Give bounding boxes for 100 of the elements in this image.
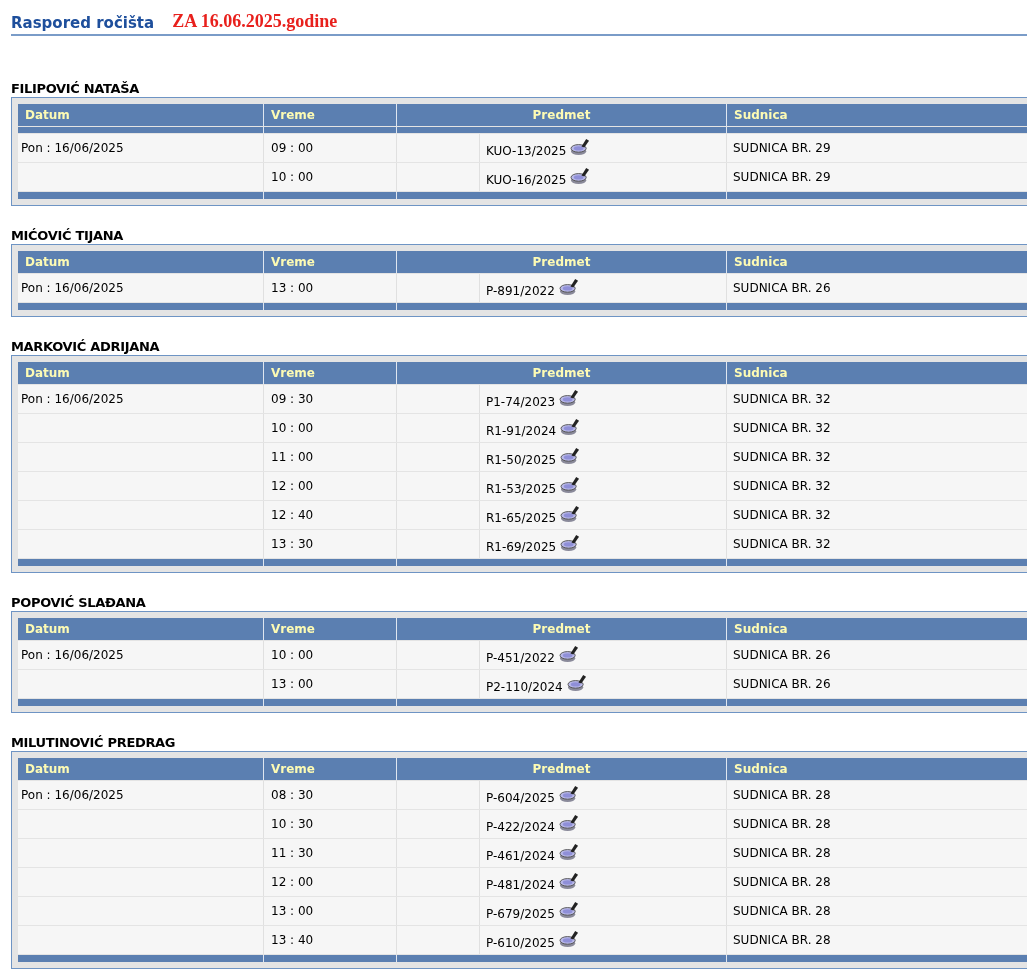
table-cell: Pon : 16/06/2025 <box>18 641 263 669</box>
table-cell: 10 : 00 <box>264 641 396 669</box>
stamp-icon[interactable] <box>559 388 581 407</box>
table-cell: SUDNICA BR. 28 <box>727 868 1027 896</box>
column-header: Sudnica <box>727 758 1027 780</box>
column-header: Predmet <box>397 758 726 780</box>
table-cell: SUDNICA BR. 32 <box>727 530 1027 558</box>
stamp-icon[interactable] <box>558 842 580 861</box>
case-number-link[interactable]: P-481/2024 <box>486 878 555 893</box>
column-header: Datum <box>18 104 263 126</box>
table-cell: SUDNICA BR. 29 <box>727 163 1027 191</box>
case-number-link[interactable]: KUO-13/2025 <box>486 144 567 159</box>
case-number-link[interactable]: P-891/2022 <box>486 284 555 299</box>
judge-name: MILUTINOVIĆ PREDRAG <box>11 734 177 751</box>
column-header: Sudnica <box>727 618 1027 640</box>
table-cell: 13 : 30 <box>264 530 396 558</box>
table-cell: 11 : 30 <box>264 839 396 867</box>
table-cell: SUDNICA BR. 26 <box>727 670 1027 698</box>
column-header: Predmet <box>397 251 726 273</box>
table-cell: SUDNICA BR. 28 <box>727 810 1027 838</box>
case-number-link[interactable]: P-451/2022 <box>486 651 555 666</box>
judge-name: POPOVIĆ SLAĐANA <box>11 594 147 611</box>
case-number-link[interactable]: P2-110/2024 <box>486 680 563 695</box>
table-cell: 10 : 00 <box>264 414 396 442</box>
table-cell: 12 : 00 <box>264 472 396 500</box>
stamp-icon[interactable] <box>558 644 580 663</box>
table-cell: 10 : 30 <box>264 810 396 838</box>
column-header: Predmet <box>397 104 726 126</box>
table-cell: SUDNICA BR. 32 <box>727 414 1027 442</box>
case-number-link[interactable]: KUO-16/2025 <box>486 173 567 188</box>
table-cell: Pon : 16/06/2025 <box>18 274 263 302</box>
table-cell: 09 : 00 <box>264 134 396 162</box>
column-header: Predmet <box>397 362 726 384</box>
table-cell: SUDNICA BR. 26 <box>727 274 1027 302</box>
stamp-icon[interactable] <box>570 166 592 185</box>
judge-name: MARKOVIĆ ADRIJANA <box>11 338 161 355</box>
table-cell: 09 : 30 <box>264 385 396 413</box>
table-cell: SUDNICA BR. 28 <box>727 839 1027 867</box>
stamp-icon[interactable] <box>566 673 588 692</box>
case-number-link[interactable]: P-610/2025 <box>486 936 555 951</box>
table-cell: SUDNICA BR. 28 <box>727 926 1027 954</box>
case-number-link[interactable]: R1-53/2025 <box>486 482 557 497</box>
column-header: Vreme <box>264 618 396 640</box>
judge-name: FILIPOVIĆ NATAŠA <box>11 80 141 97</box>
column-header: Vreme <box>264 758 396 780</box>
table-cell: SUDNICA BR. 29 <box>727 134 1027 162</box>
table-cell: SUDNICA BR. 32 <box>727 385 1027 413</box>
date-heading: ZA 16.06.2025.godine <box>172 10 338 32</box>
table-cell: Pon : 16/06/2025 <box>18 134 263 162</box>
table-cell: 13 : 00 <box>264 274 396 302</box>
column-header: Sudnica <box>727 104 1027 126</box>
table-cell: SUDNICA BR. 28 <box>727 897 1027 925</box>
case-number-link[interactable]: R1-91/2024 <box>486 424 557 439</box>
table-cell: 13 : 40 <box>264 926 396 954</box>
column-header: Datum <box>18 362 263 384</box>
column-header: Vreme <box>264 251 396 273</box>
table-cell: SUDNICA BR. 28 <box>727 781 1027 809</box>
page-title: Raspored ročišta <box>11 13 155 33</box>
table-cell: SUDNICA BR. 32 <box>727 501 1027 529</box>
table-cell: 11 : 00 <box>264 443 396 471</box>
table-cell: Pon : 16/06/2025 <box>18 385 263 413</box>
table-cell: 10 : 00 <box>264 163 396 191</box>
case-number-link[interactable]: P-461/2024 <box>486 849 555 864</box>
table-cell: 13 : 00 <box>264 897 396 925</box>
stamp-icon[interactable] <box>560 417 582 436</box>
column-header: Vreme <box>264 362 396 384</box>
stamp-icon[interactable] <box>558 929 580 948</box>
table-cell: 13 : 00 <box>264 670 396 698</box>
stamp-icon[interactable] <box>558 277 580 296</box>
case-number-link[interactable]: P-422/2024 <box>486 820 555 835</box>
stamp-icon[interactable] <box>558 900 580 919</box>
column-header: Datum <box>18 251 263 273</box>
table-cell: 12 : 00 <box>264 868 396 896</box>
case-number-link[interactable]: R1-50/2025 <box>486 453 557 468</box>
column-header: Vreme <box>264 104 396 126</box>
column-header: Sudnica <box>727 362 1027 384</box>
case-number-link[interactable]: P-604/2025 <box>486 791 555 806</box>
stamp-icon[interactable] <box>558 813 580 832</box>
case-number-link[interactable]: P1-74/2023 <box>486 395 556 410</box>
column-header: Predmet <box>397 618 726 640</box>
judge-name: MIĆOVIĆ TIJANA <box>11 227 124 244</box>
column-header: Sudnica <box>727 251 1027 273</box>
stamp-icon[interactable] <box>560 446 582 465</box>
table-cell: 12 : 40 <box>264 501 396 529</box>
stamp-icon[interactable] <box>560 504 582 523</box>
table-cell: 08 : 30 <box>264 781 396 809</box>
case-number-link[interactable]: R1-65/2025 <box>486 511 557 526</box>
column-header: Datum <box>18 758 263 780</box>
case-number-link[interactable]: R1-69/2025 <box>486 540 557 555</box>
stamp-icon[interactable] <box>558 871 580 890</box>
table-cell: Pon : 16/06/2025 <box>18 781 263 809</box>
case-number-link[interactable]: P-679/2025 <box>486 907 555 922</box>
stamp-icon[interactable] <box>560 533 582 552</box>
stamp-icon[interactable] <box>570 137 592 156</box>
table-cell: SUDNICA BR. 26 <box>727 641 1027 669</box>
stamp-icon[interactable] <box>560 475 582 494</box>
column-header: Datum <box>18 618 263 640</box>
table-cell: SUDNICA BR. 32 <box>727 472 1027 500</box>
table-cell: SUDNICA BR. 32 <box>727 443 1027 471</box>
stamp-icon[interactable] <box>558 784 580 803</box>
